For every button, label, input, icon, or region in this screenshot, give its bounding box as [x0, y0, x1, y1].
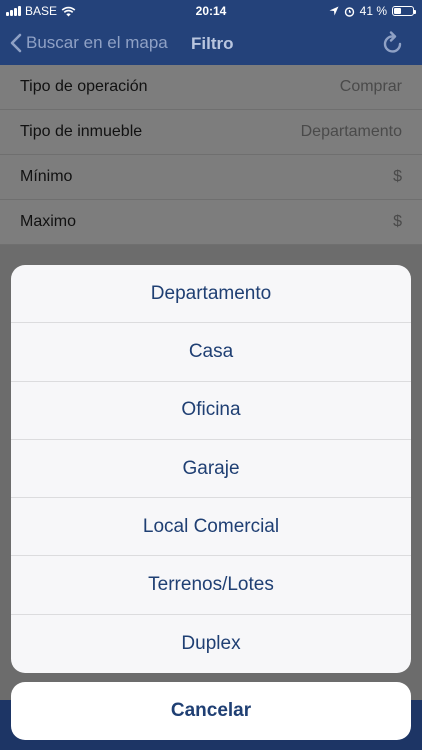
- row-label: Mínimo: [20, 168, 73, 185]
- option-departamento[interactable]: Departamento: [11, 265, 411, 324]
- row-value: Comprar: [339, 78, 402, 95]
- option-casa[interactable]: Casa: [11, 323, 411, 382]
- row-maximo[interactable]: Maximo $: [0, 200, 422, 245]
- option-local-comercial[interactable]: Local Comercial: [11, 498, 411, 557]
- chevron-left-icon: [10, 33, 22, 53]
- refresh-icon: [383, 31, 402, 53]
- row-label: Maximo: [20, 213, 77, 230]
- row-tipo-operacion[interactable]: Tipo de operación Comprar: [0, 65, 422, 110]
- refresh-button[interactable]: [382, 31, 404, 60]
- option-terrenos-lotes[interactable]: Terrenos/Lotes: [11, 556, 411, 615]
- battery-icon: [392, 6, 416, 16]
- option-oficina[interactable]: Oficina: [11, 382, 411, 440]
- back-label: Buscar en el mapa: [26, 33, 168, 52]
- navigation-bar: Buscar en el mapa Filtro: [0, 22, 422, 65]
- top-bar: BASE 20:14 41 % Buscar en el mapa Filtro: [0, 0, 422, 65]
- row-label: Tipo de inmueble: [20, 123, 143, 140]
- status-right: 41 %: [329, 4, 416, 18]
- row-value: $: [393, 168, 402, 185]
- row-minimo[interactable]: Mínimo $: [0, 155, 422, 200]
- battery-fill: [394, 8, 402, 14]
- option-garaje[interactable]: Garaje: [11, 440, 411, 499]
- action-sheet: Departamento Casa Oficina Garaje Local C…: [11, 265, 411, 673]
- row-label: Tipo de operación: [20, 78, 148, 95]
- option-duplex[interactable]: Duplex: [11, 615, 411, 673]
- page-title: Filtro: [191, 34, 234, 53]
- cancel-button[interactable]: Cancelar: [11, 682, 411, 740]
- location-arrow-icon: [329, 6, 339, 16]
- alarm-icon: [344, 6, 354, 17]
- back-button[interactable]: Buscar en el mapa: [10, 33, 168, 53]
- status-bar: BASE 20:14 41 %: [0, 0, 422, 22]
- battery-percent: 41 %: [359, 4, 387, 18]
- row-value: $: [393, 213, 402, 230]
- row-tipo-inmueble[interactable]: Tipo de inmueble Departamento: [0, 110, 422, 155]
- filter-form: Tipo de operación Comprar Tipo de inmueb…: [0, 65, 422, 245]
- row-value: Departamento: [300, 123, 402, 140]
